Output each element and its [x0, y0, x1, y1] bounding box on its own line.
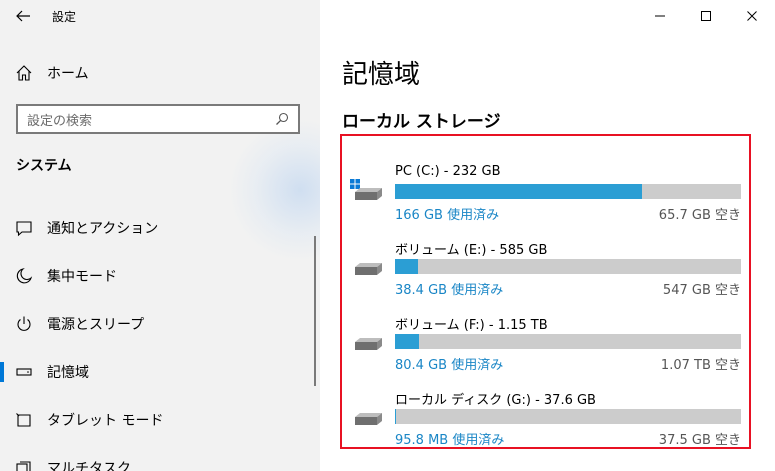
maximize-icon — [701, 11, 711, 21]
used-space: 80.4 GB 使用済み — [395, 358, 504, 373]
storage-bar-fill — [395, 259, 418, 274]
free-space: 65.7 GB 空き — [658, 208, 741, 223]
titlebar-left: 設定 — [0, 0, 320, 32]
sidebar-item-label: 通知とアクション — [47, 221, 159, 237]
section-title: システム — [16, 158, 72, 174]
search-icon[interactable] — [274, 111, 290, 127]
sidebar-item-label: タブレット モード — [47, 413, 164, 429]
tablet-icon — [14, 410, 34, 430]
close-icon — [747, 11, 757, 21]
storage-bar — [395, 184, 741, 199]
storage-bar — [395, 334, 741, 349]
window-controls — [637, 0, 775, 32]
home-icon — [14, 63, 34, 83]
drive-g[interactable]: ローカル ディスク (G:) - 37.6 GB 95.8 MB 使用済み 37… — [342, 389, 749, 449]
drive-icon — [355, 263, 382, 275]
moon-icon — [14, 266, 34, 286]
free-space: 37.5 GB 空き — [658, 433, 741, 448]
sidebar-item-tablet[interactable]: タブレット モード — [0, 396, 320, 444]
sidebar-item-home[interactable]: ホーム — [0, 56, 320, 90]
power-icon — [14, 314, 34, 334]
sidebar-item-power[interactable]: 電源とスリープ — [0, 300, 320, 348]
drive-list: PC (C:) - 232 GB 166 GB 使用済み 65.7 GB 空き … — [340, 134, 751, 449]
notification-icon — [14, 218, 34, 238]
sidebar-item-label: 電源とスリープ — [47, 317, 145, 333]
drive-name: ボリューム (F:) - 1.15 TB — [395, 318, 548, 333]
drive-c[interactable]: PC (C:) - 232 GB 166 GB 使用済み 65.7 GB 空き — [342, 164, 749, 224]
used-space: 38.4 GB 使用済み — [395, 283, 504, 298]
search-input[interactable]: 設定の検索 — [16, 104, 300, 134]
drive-icon — [355, 413, 382, 425]
close-button[interactable] — [729, 0, 775, 32]
page-title: 記憶域 — [342, 60, 421, 90]
sidebar-item-notifications[interactable]: 通知とアクション — [0, 204, 320, 252]
free-space: 547 GB 空き — [662, 283, 741, 298]
drive-name: PC (C:) - 232 GB — [395, 164, 501, 179]
main-content: 記憶域 ローカル ストレージ PC (C:) - 232 GB 166 GB 使… — [320, 0, 775, 471]
sidebar-item-label: マルチタスク — [47, 461, 131, 471]
storage-bar — [395, 259, 741, 274]
app-title: 設定 — [52, 9, 77, 24]
sidebar-item-multitasking[interactable]: マルチタスク — [0, 444, 320, 471]
storage-icon — [14, 362, 34, 382]
minimize-button[interactable] — [637, 0, 683, 32]
windows-drive-icon — [350, 179, 382, 200]
search-placeholder: 設定の検索 — [27, 113, 93, 129]
sidebar-item-focus[interactable]: 集中モード — [0, 252, 320, 300]
sidebar-item-label: 集中モード — [47, 269, 117, 285]
storage-bar-fill — [395, 184, 643, 199]
sidebar-nav: 通知とアクション 集中モード 電源とスリープ 記憶域 タブレット モード マルチ… — [0, 204, 320, 471]
back-arrow-icon — [16, 10, 30, 22]
storage-bar — [395, 409, 741, 424]
sidebar-scrollbar[interactable] — [314, 236, 316, 386]
back-button[interactable] — [0, 0, 46, 32]
maximize-button[interactable] — [683, 0, 729, 32]
drive-f[interactable]: ボリューム (F:) - 1.15 TB 80.4 GB 使用済み 1.07 T… — [342, 314, 749, 374]
minimize-icon — [655, 15, 665, 17]
drive-name: ボリューム (E:) - 585 GB — [395, 243, 548, 258]
sidebar-item-storage[interactable]: 記憶域 — [0, 348, 320, 396]
drive-name: ローカル ディスク (G:) - 37.6 GB — [395, 393, 596, 408]
section-subtitle: ローカル ストレージ — [342, 112, 501, 132]
storage-bar-fill — [395, 409, 396, 424]
sidebar-item-label: ホーム — [47, 66, 89, 82]
storage-bar-fill — [395, 334, 419, 349]
free-space: 1.07 TB 空き — [660, 358, 741, 373]
multitasking-icon — [14, 458, 34, 471]
used-space: 166 GB 使用済み — [395, 208, 500, 223]
used-space: 95.8 MB 使用済み — [395, 433, 505, 448]
sidebar: 設定 ホーム 設定の検索 システム 通知とアクション 集中モード 電源とスリープ… — [0, 0, 320, 471]
sidebar-item-label: 記憶域 — [47, 365, 89, 381]
drive-icon — [355, 338, 382, 350]
drive-e[interactable]: ボリューム (E:) - 585 GB 38.4 GB 使用済み 547 GB … — [342, 239, 749, 299]
